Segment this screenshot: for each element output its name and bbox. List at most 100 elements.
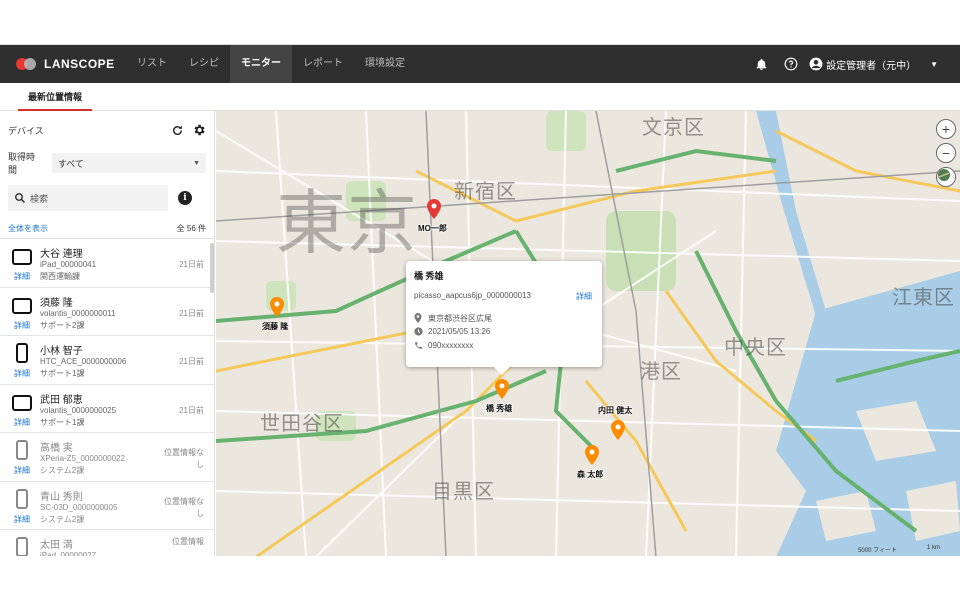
- list-item[interactable]: 詳細 小林 智子 HTC_ACE_0000000006 サポート1課 21日前: [0, 336, 214, 385]
- nav-item-settings[interactable]: 環境設定: [354, 45, 416, 83]
- show-all-link[interactable]: 全体を表示: [8, 223, 48, 234]
- last-updated: 21日前: [179, 308, 204, 318]
- device-user-name: 高橋 実: [40, 443, 73, 454]
- info-icon[interactable]: i: [178, 191, 192, 205]
- layer-toggle-button[interactable]: [936, 167, 956, 187]
- phone-icon: [16, 343, 28, 368]
- tablet-icon: [12, 297, 32, 319]
- time-filter: 取得時間 すべて ▼: [0, 149, 214, 177]
- search-input[interactable]: 検索: [8, 185, 168, 211]
- list-item[interactable]: 詳細 青山 秀則 SC-03D_0000000005 システム2課 位置情報なし: [0, 482, 214, 530]
- last-updated: 21日前: [179, 260, 204, 269]
- pin-label: MO一郎: [418, 224, 447, 233]
- sidebar-title: デバイス: [8, 125, 44, 136]
- ward-label: 東京: [276, 184, 418, 262]
- pin-label: 須藤 隆: [262, 322, 289, 331]
- list-item[interactable]: 詳細 大谷 連理 iPad_00000041 関西運輸課 21日前: [0, 239, 214, 288]
- detail-link[interactable]: 詳細: [14, 320, 30, 331]
- popup-time-row: 2021/05/05 13:26: [414, 327, 490, 336]
- time-filter-select[interactable]: すべて ▼: [51, 153, 206, 173]
- device-group: 関西運輸課: [40, 272, 80, 281]
- user-menu[interactable]: 設定管理者（元中） ▼: [809, 57, 938, 72]
- device-list: 詳細 大谷 連理 iPad_00000041 関西運輸課 21日前 詳細 須藤 …: [0, 239, 214, 556]
- popup-address-row: 東京都渋谷区広尾: [414, 313, 492, 324]
- zoom-in-button[interactable]: +: [936, 119, 956, 139]
- logo-mark-icon: [16, 58, 38, 70]
- gear-icon[interactable]: [192, 123, 206, 137]
- ward-label: 港区: [640, 361, 682, 383]
- device-user-name: 武田 郁恵: [40, 394, 83, 406]
- dropdown-arrow-icon: ▼: [193, 159, 200, 167]
- list-item[interactable]: 詳細 武田 郁恵 volantis_0000000025 サポート1課 21日前: [0, 385, 214, 433]
- pin-label: 内田 健太: [598, 406, 633, 415]
- map-pin-icon[interactable]: [270, 297, 284, 317]
- top-nav-bar: LANSCOPE リスト レシピ モニター レポート 環境設定 設定管理者（元中…: [0, 45, 960, 83]
- tablet-icon: [12, 394, 32, 416]
- total-count: 全 56 件: [176, 224, 206, 233]
- tablet-icon: [12, 249, 32, 270]
- map-pin-icon[interactable]: [585, 445, 599, 465]
- popup-detail-link[interactable]: 詳細: [576, 291, 592, 302]
- filter-label: 取得時間: [8, 152, 36, 175]
- nav-item-list[interactable]: リスト: [126, 45, 178, 83]
- device-user-name: 小林 智子: [40, 346, 83, 357]
- device-user-name: 太田 満: [40, 540, 73, 551]
- phone-icon: [16, 488, 28, 514]
- device-group: サポート1課: [40, 417, 85, 427]
- device-info-popup: 橋 秀雄 picasso_aapcus6jp_0000000013 詳細 東京都…: [406, 261, 602, 375]
- map-scale: 5000 フィート 1 km: [828, 545, 940, 554]
- phone-icon: [16, 440, 28, 465]
- nav-item-monitor[interactable]: モニター: [230, 45, 292, 83]
- popup-datetime: 2021/05/05 13:26: [428, 327, 491, 336]
- sub-tab-bar: 最新位置情報: [0, 83, 960, 111]
- detail-link[interactable]: 詳細: [14, 271, 30, 282]
- map-pin-icon[interactable]: [495, 379, 509, 399]
- device-id: XPeria-Z5_0000000022: [40, 454, 125, 463]
- search-placeholder: 検索: [30, 193, 49, 204]
- device-user-name: 大谷 連理: [40, 249, 83, 260]
- refresh-icon[interactable]: [171, 124, 184, 137]
- detail-link[interactable]: 詳細: [14, 514, 30, 525]
- ward-label: 新宿区: [454, 181, 517, 203]
- logo-text: LANSCOPE: [44, 57, 115, 71]
- device-group: システム2課: [40, 514, 85, 524]
- map-pin-icon[interactable]: [427, 199, 441, 219]
- ward-label: 世田谷区: [260, 413, 344, 435]
- ward-label: 中央区: [724, 337, 787, 359]
- popup-device-id: picasso_aapcus6jp_0000000013: [414, 291, 531, 300]
- device-user-name: 須藤 隆: [40, 297, 73, 309]
- tab-latest-location[interactable]: 最新位置情報: [18, 83, 93, 111]
- top-right-tools: 設定管理者（元中） ▼: [739, 56, 938, 72]
- last-updated: 位置情報: [172, 537, 204, 546]
- list-item[interactable]: 詳細 須藤 隆 volantis_0000000011 サポート2課 21日前: [0, 288, 214, 336]
- popup-phone-row: 090xxxxxxxx: [414, 341, 473, 350]
- ward-label: 文京区: [642, 117, 705, 139]
- pin-label: 橋 秀雄: [486, 404, 513, 413]
- pin-label: 森 太郎: [577, 470, 604, 479]
- map-view[interactable]: 東京 新宿区 文京区 江東区 中央区 港区 世田谷区 目黒区 MO一郎 須藤 隆…: [216, 111, 960, 556]
- search-row: 検索 i: [0, 177, 214, 219]
- zoom-out-button[interactable]: −: [936, 143, 956, 163]
- scale-feet: 5000 フィート: [858, 548, 897, 554]
- device-group: システム2課: [40, 466, 85, 475]
- sidebar-scrollbar[interactable]: [210, 243, 214, 293]
- list-item[interactable]: 詳細 高橋 実 XPeria-Z5_0000000022 システム2課 位置情報…: [0, 433, 214, 482]
- user-icon: [809, 57, 823, 71]
- detail-link[interactable]: 詳細: [14, 417, 30, 428]
- map-pin-icon[interactable]: [611, 420, 625, 440]
- chevron-down-icon: ▼: [930, 59, 938, 69]
- last-updated: 位置情報なし: [164, 448, 204, 469]
- nav-item-report[interactable]: レポート: [292, 45, 354, 83]
- help-icon[interactable]: [783, 56, 799, 72]
- sidebar-header: デバイス: [0, 111, 214, 149]
- app-window: LANSCOPE リスト レシピ モニター レポート 環境設定 設定管理者（元中…: [0, 44, 960, 556]
- filter-value: すべて: [57, 158, 84, 169]
- detail-link[interactable]: 詳細: [14, 465, 30, 476]
- nav-item-recipe[interactable]: レシピ: [178, 45, 230, 83]
- bell-icon[interactable]: [753, 56, 769, 72]
- lanscope-logo[interactable]: LANSCOPE: [16, 57, 126, 71]
- list-item[interactable]: 太田 満 iPad_00000027 位置情報: [0, 530, 214, 556]
- device-sidebar: デバイス 取得時間 すべて ▼ 検索 i 全体を表示 全 56 件 詳細 大谷 …: [0, 111, 215, 556]
- device-user-name: 青山 秀則: [40, 491, 83, 503]
- detail-link[interactable]: 詳細: [14, 368, 30, 379]
